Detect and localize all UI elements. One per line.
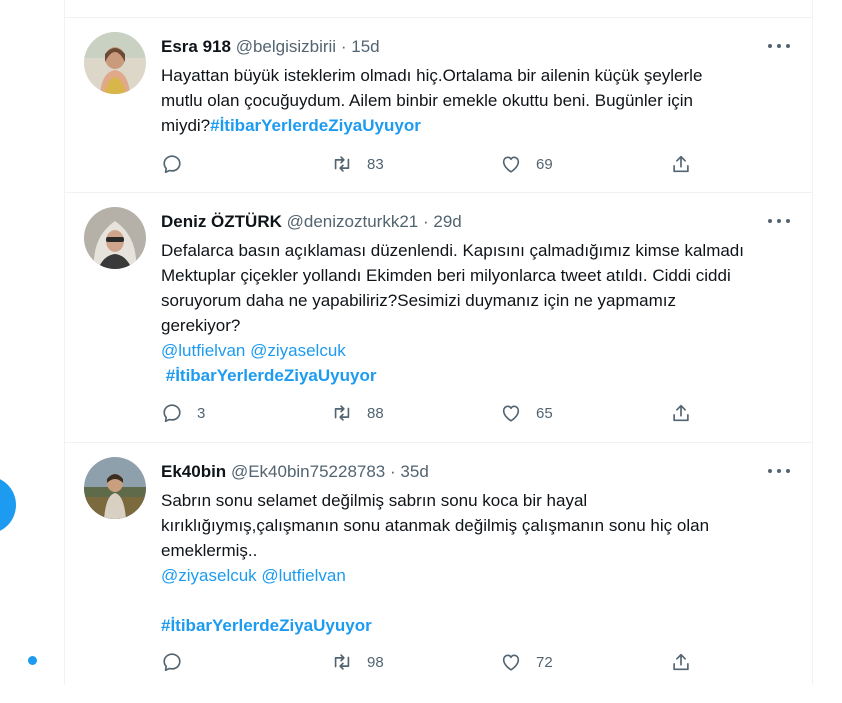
- tweet-text-line: soruyorum daha ne yapabiliriz?Sesimizi d…: [161, 291, 676, 310]
- avatar[interactable]: [84, 457, 146, 519]
- more-options-icon[interactable]: [768, 36, 790, 56]
- tweet-text-fragment: miydi?: [161, 116, 211, 135]
- tweet-time[interactable]: 15d: [351, 37, 379, 56]
- like-count: 69: [536, 155, 553, 173]
- tweet-header: Esra 918 @belgisizbirii · 15d: [161, 36, 380, 58]
- heart-icon: [502, 405, 520, 422]
- mention-link[interactable]: @ziyaselcuk: [250, 341, 346, 360]
- separator: ·: [340, 37, 347, 56]
- hashtag-line: #İtibarYerlerdeZiyaUyuyor: [161, 613, 761, 638]
- retweet-button[interactable]: 83: [331, 152, 384, 176]
- retweet-icon: [334, 405, 350, 421]
- tweet[interactable]: Deniz ÖZTÜRK @denizozturkk21 · 29d Defal…: [65, 193, 812, 443]
- retweet-count: 88: [367, 404, 384, 422]
- avatar[interactable]: [84, 207, 146, 269]
- tweet[interactable]: Ek40bin @Ek40bin75228783 · 35d Sabrın so…: [65, 443, 812, 703]
- more-options-icon[interactable]: [768, 461, 790, 481]
- tweet-text-line: Mektuplar çiçekler yollandı Ekimden beri…: [161, 266, 731, 285]
- share-button[interactable]: [670, 401, 692, 425]
- mention-link[interactable]: @lutfielvan: [261, 566, 345, 585]
- share-button[interactable]: [670, 650, 692, 674]
- tweet-text-line: Sabrın sonu selamet değilmiş sabrın sonu…: [161, 491, 588, 510]
- share-icon: [673, 404, 689, 422]
- reply-icon: [163, 155, 181, 174]
- heart-icon: [502, 654, 520, 671]
- heart-icon: [502, 156, 520, 173]
- tweet[interactable]: Esra 918 @belgisizbirii · 15d Hayattan b…: [65, 18, 812, 193]
- author-name[interactable]: Esra 918: [161, 37, 231, 56]
- retweet-count: 83: [367, 155, 384, 173]
- reply-button[interactable]: 3: [161, 401, 205, 425]
- mentions-line: @lutfielvan @ziyaselcuk: [161, 338, 761, 363]
- retweet-icon: [334, 654, 350, 670]
- hashtag-link[interactable]: #İtibarYerlerdeZiyaUyuyor: [161, 616, 372, 635]
- avatar[interactable]: [84, 32, 146, 94]
- mentions-line: @ziyaselcuk @lutfielvan: [161, 563, 761, 588]
- author-handle[interactable]: @belgisizbirii: [236, 37, 336, 56]
- reply-count: 3: [197, 404, 206, 422]
- tweet-text-line: kırıklığıymış,çalışmanın sonu atanmak de…: [161, 516, 710, 535]
- notification-dot: [28, 656, 37, 665]
- compose-tweet-button[interactable]: [0, 476, 16, 534]
- tweet-time[interactable]: 35d: [400, 462, 428, 481]
- reply-icon: [163, 653, 181, 672]
- author-handle[interactable]: @Ek40bin75228783: [231, 462, 385, 481]
- reply-button[interactable]: [161, 650, 197, 674]
- tweet-actions: 98 72: [161, 650, 701, 674]
- mention-link[interactable]: @lutfielvan: [161, 341, 245, 360]
- like-count: 65: [536, 404, 553, 422]
- like-button[interactable]: 65: [500, 401, 553, 425]
- reply-button[interactable]: [161, 152, 197, 176]
- tweet-text-line: Hayattan büyük isteklerim olmadı hiç.Ort…: [161, 66, 703, 85]
- tweet-text-line: emeklermiş..: [161, 541, 258, 560]
- retweet-icon: [334, 156, 350, 172]
- retweet-button[interactable]: 98: [331, 650, 384, 674]
- separator: ·: [422, 212, 429, 231]
- retweet-button[interactable]: 88: [331, 401, 384, 425]
- tweet-time[interactable]: 29d: [433, 212, 461, 231]
- retweet-count: 98: [367, 653, 384, 671]
- hashtag-link[interactable]: #İtibarYerlerdeZiyaUyuyor: [210, 116, 421, 135]
- tweet-text-line: mutlu olan çocuğuydum. Ailem binbir emek…: [161, 91, 694, 110]
- tweet-actions: 83 69: [161, 152, 701, 176]
- share-button[interactable]: [670, 152, 692, 176]
- tweet-text-line: miydi?#İtibarYerlerdeZiyaUyuyor: [161, 113, 761, 138]
- like-count: 72: [536, 653, 553, 671]
- tweet-text-line: gerekiyor?: [161, 316, 241, 335]
- reply-icon: [163, 404, 181, 423]
- share-icon: [673, 155, 689, 173]
- tweet-text: Hayattan büyük isteklerim olmadı hiç.Ort…: [161, 63, 761, 138]
- like-button[interactable]: 69: [500, 152, 553, 176]
- tweet-text: Sabrın sonu selamet değilmiş sabrın sonu…: [161, 488, 761, 638]
- tweet-actions: 3 88 65: [161, 401, 701, 425]
- like-button[interactable]: 72: [500, 650, 553, 674]
- left-rail: [0, 0, 64, 685]
- author-name[interactable]: Ek40bin: [161, 462, 226, 481]
- timeline: Esra 918 @belgisizbirii · 15d Hayattan b…: [64, 0, 813, 685]
- share-icon: [673, 653, 689, 671]
- tweet-header: Ek40bin @Ek40bin75228783 · 35d: [161, 461, 429, 483]
- mention-link[interactable]: @ziyaselcuk: [161, 566, 257, 585]
- hashtag-link[interactable]: #İtibarYerlerdeZiyaUyuyor: [166, 366, 377, 385]
- tweet-text-line: Defalarca basın açıklaması düzenlendi. K…: [161, 241, 744, 260]
- tweet-header: Deniz ÖZTÜRK @denizozturkk21 · 29d: [161, 211, 462, 233]
- tweet-text: Defalarca basın açıklaması düzenlendi. K…: [161, 238, 761, 388]
- author-handle[interactable]: @denizozturkk21: [287, 212, 419, 231]
- hashtag-line: #İtibarYerlerdeZiyaUyuyor: [161, 363, 761, 388]
- more-options-icon[interactable]: [768, 211, 790, 231]
- separator: ·: [390, 462, 396, 481]
- author-name[interactable]: Deniz ÖZTÜRK: [161, 212, 282, 231]
